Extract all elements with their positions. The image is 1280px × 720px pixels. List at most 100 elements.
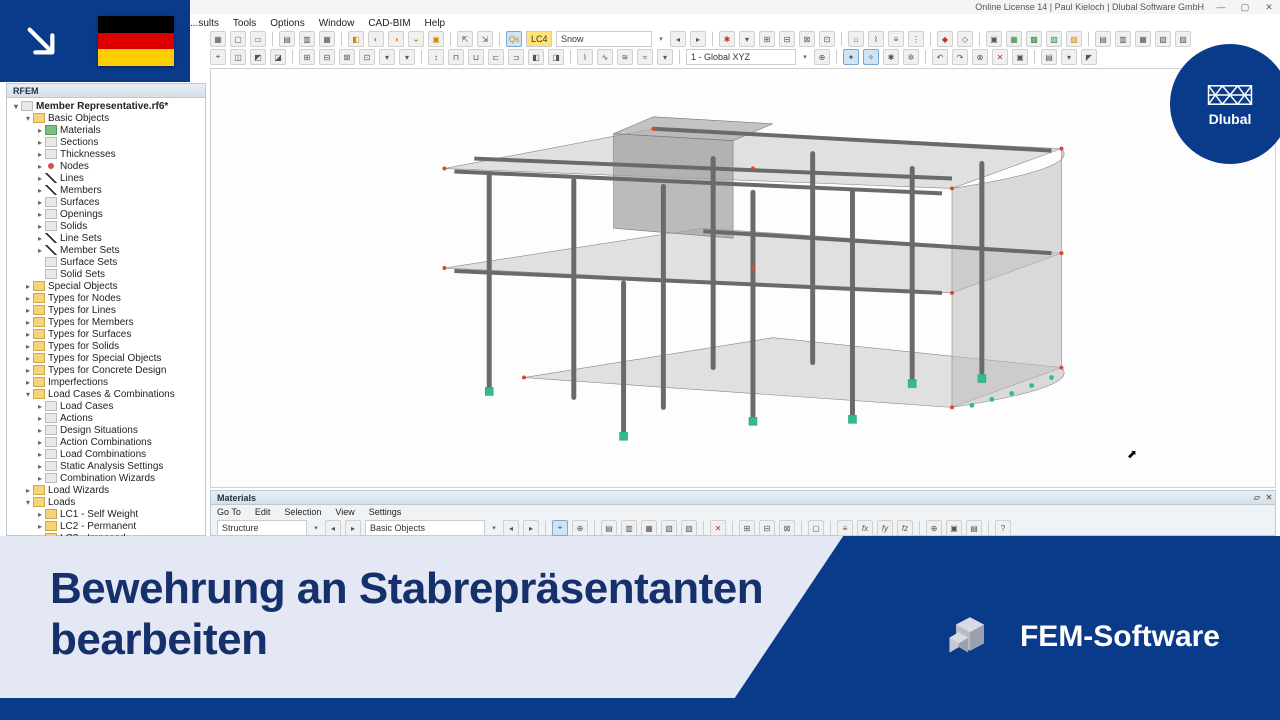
tb-btn[interactable]: ◩ — [250, 49, 266, 65]
viewport-3d[interactable]: ⬈ — [210, 68, 1276, 488]
tb-prev[interactable]: ◂ — [670, 31, 686, 47]
tb-btn[interactable]: ↕ — [428, 49, 444, 65]
tb-btn[interactable]: ⌇ — [577, 49, 593, 65]
tree-item[interactable]: Nodes — [60, 161, 89, 172]
tree-item[interactable]: Design Situations — [60, 425, 138, 436]
tb-btn[interactable]: ⌖ — [210, 49, 226, 65]
tb-btn[interactable]: ≡ — [837, 520, 853, 536]
tb-btn[interactable]: ⌖ — [552, 520, 568, 536]
tree-item[interactable]: Types for Solids — [48, 341, 119, 352]
tree-item[interactable]: Surfaces — [60, 197, 99, 208]
tb-btn[interactable]: ▤ — [966, 520, 982, 536]
tb-btn[interactable]: ↷ — [952, 49, 968, 65]
tb-btn[interactable]: ▭ — [250, 31, 266, 47]
tb-btn[interactable]: ▣ — [428, 31, 444, 47]
tree-item[interactable]: Sections — [60, 137, 98, 148]
tb-btn[interactable]: ⊕ — [814, 49, 830, 65]
tb-btn[interactable]: ▧ — [1155, 31, 1171, 47]
tb-btn[interactable]: ⊟ — [779, 31, 795, 47]
tb-btn[interactable]: ▦ — [1135, 31, 1151, 47]
menu-options[interactable]: Options — [270, 18, 304, 29]
tb-btn[interactable]: ↶ — [932, 49, 948, 65]
tb-btn[interactable]: fz — [897, 520, 913, 536]
navigator-tree[interactable]: ▾Member Representative.rf6* ▾Basic Objec… — [7, 98, 205, 546]
project-name[interactable]: Member Representative.rf6* — [36, 101, 168, 112]
tb-btn[interactable]: ⊟ — [319, 49, 335, 65]
tb-btn[interactable]: ▨ — [681, 520, 697, 536]
tb-btn[interactable]: ⊏ — [488, 49, 504, 65]
tb-btn[interactable]: ▤ — [1041, 49, 1057, 65]
tb-btn[interactable]: ⇱ — [457, 31, 473, 47]
panel-restore-button[interactable]: ▱ — [1251, 493, 1263, 503]
tb-btn[interactable]: ▾ — [1061, 49, 1077, 65]
tree-item[interactable]: Materials — [60, 125, 101, 136]
tb-btn[interactable]: ▤ — [279, 31, 295, 47]
tb-btn[interactable]: ▾ — [739, 31, 755, 47]
tb-btn[interactable]: ⊟ — [759, 520, 775, 536]
tb-btn[interactable]: ▣ — [946, 520, 962, 536]
tree-item[interactable]: Load Wizards — [48, 485, 109, 496]
tb-btn[interactable]: ⊠ — [339, 49, 355, 65]
tb-btn[interactable]: ◨ — [548, 49, 564, 65]
tb-btn[interactable]: ▦ — [319, 31, 335, 47]
tb-btn[interactable]: ▣ — [986, 31, 1002, 47]
bp-menu-goto[interactable]: Go To — [217, 507, 241, 517]
basicobj-select[interactable]: Basic Objects — [365, 520, 485, 536]
tree-item[interactable]: Types for Special Objects — [48, 353, 161, 364]
tree-item[interactable]: Load Cases — [60, 401, 113, 412]
tb-btn[interactable]: ◐ — [368, 31, 384, 47]
tb-btn[interactable]: ∿ — [597, 49, 613, 65]
menu-results[interactable]: ...sults — [190, 18, 219, 29]
tree-item[interactable]: Imperfections — [48, 377, 108, 388]
tree-item[interactable]: Line Sets — [60, 233, 102, 244]
tb-btn[interactable]: ⌇ — [868, 31, 884, 47]
tb-btn[interactable]: ◑ — [388, 31, 404, 47]
tb-btn[interactable]: ✱ — [883, 49, 899, 65]
dropdown-icon[interactable]: ▾ — [800, 53, 810, 61]
tree-item[interactable]: Thicknesses — [60, 149, 116, 160]
menu-cadbim[interactable]: CAD-BIM — [368, 18, 410, 29]
tb-btn[interactable]: ⊓ — [448, 49, 464, 65]
tb-btn[interactable]: ✲ — [903, 49, 919, 65]
tb-btn[interactable]: ? — [995, 520, 1011, 536]
bp-menu-selection[interactable]: Selection — [284, 507, 321, 517]
tb-btn[interactable]: ◫ — [230, 49, 246, 65]
tb-btn[interactable]: ▥ — [299, 31, 315, 47]
tb-btn[interactable]: ◧ — [348, 31, 364, 47]
tb-btn[interactable]: ✕ — [992, 49, 1008, 65]
tb-btn[interactable]: ▧ — [1066, 31, 1082, 47]
maximize-button[interactable]: ▢ — [1238, 1, 1252, 13]
tb-btn-lc[interactable]: Qs — [506, 31, 522, 47]
menu-window[interactable]: Window — [319, 18, 355, 29]
panel-close-button[interactable]: ✕ — [1263, 493, 1275, 503]
tb-next[interactable]: ▸ — [345, 520, 361, 536]
tb-btn[interactable]: ✦ — [843, 49, 859, 65]
bp-menu-edit[interactable]: Edit — [255, 507, 271, 517]
tree-item[interactable]: Actions — [60, 413, 93, 424]
tb-btn[interactable]: ▩ — [1026, 31, 1042, 47]
tb-btn[interactable]: ✧ — [863, 49, 879, 65]
tree-item[interactable]: LC2 - Permanent — [60, 521, 136, 532]
tree-item[interactable]: Load Combinations — [60, 449, 146, 460]
tree-item[interactable]: Static Analysis Settings — [60, 461, 163, 472]
tree-item[interactable]: Types for Surfaces — [48, 329, 131, 340]
close-button[interactable]: ✕ — [1262, 1, 1276, 13]
structure-select[interactable]: Structure — [217, 520, 307, 536]
tb-btn[interactable]: ◇ — [957, 31, 973, 47]
dropdown-icon[interactable]: ▾ — [311, 524, 321, 532]
tb-btn[interactable]: ▤ — [601, 520, 617, 536]
tree-item[interactable]: Types for Lines — [48, 305, 116, 316]
tb-btn[interactable]: ▧ — [661, 520, 677, 536]
tb-btn[interactable]: ▤ — [1095, 31, 1111, 47]
bp-menu-settings[interactable]: Settings — [369, 507, 402, 517]
tb-btn[interactable]: ▦ — [210, 31, 226, 47]
tb-btn[interactable]: ✱ — [719, 31, 735, 47]
tb-prev[interactable]: ◂ — [503, 520, 519, 536]
tb-btn[interactable]: ▨ — [1046, 31, 1062, 47]
tb-btn[interactable]: ⋮ — [908, 31, 924, 47]
coord-system-select[interactable]: 1 - Global XYZ — [686, 49, 796, 65]
tb-btn[interactable]: ⊗ — [972, 49, 988, 65]
tb-next[interactable]: ▸ — [690, 31, 706, 47]
tb-btn[interactable]: ▥ — [621, 520, 637, 536]
tree-item[interactable]: Types for Nodes — [48, 293, 121, 304]
